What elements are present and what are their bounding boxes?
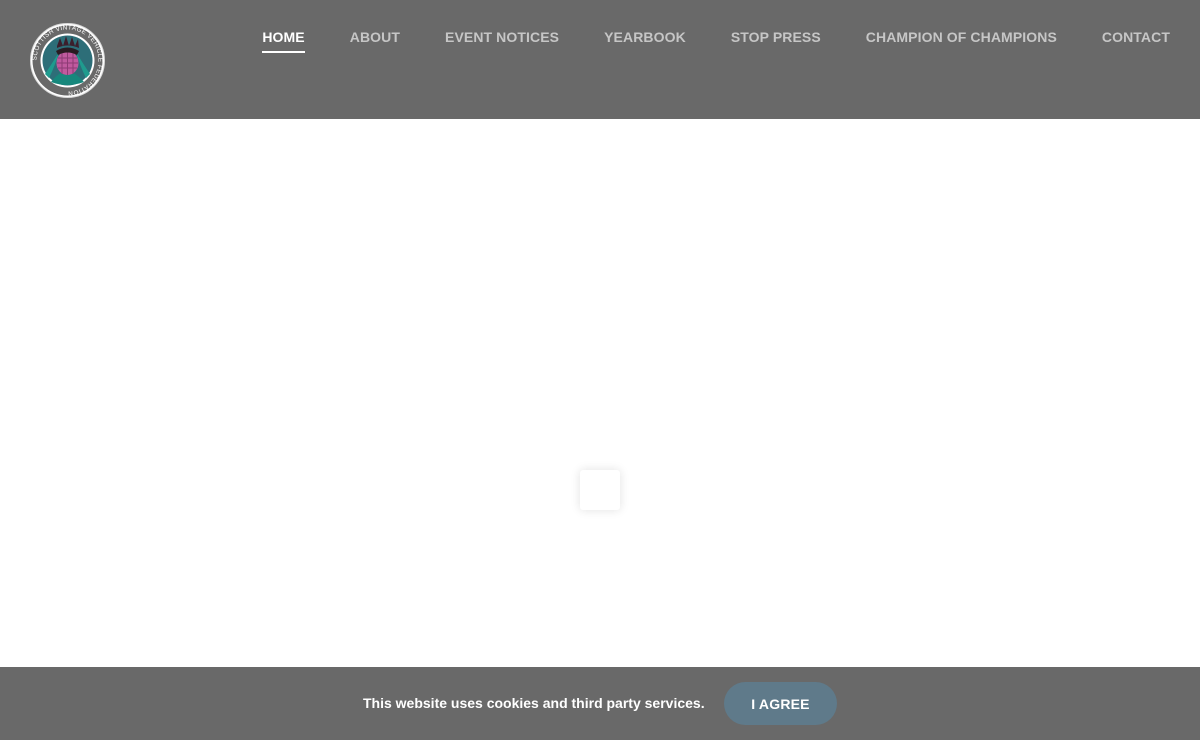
nav-item-yearbook[interactable]: YEARBOOK [604,29,686,53]
loading-spinner [580,470,620,510]
federation-logo[interactable]: SCOTTISH VINTAGE VEHICLE FEDERATION [29,22,106,99]
cookie-message: This website uses cookies and third part… [363,695,705,711]
agree-button[interactable]: I AGREE [724,682,837,725]
thistle-emblem-icon: SCOTTISH VINTAGE VEHICLE FEDERATION [30,23,105,98]
nav-item-about[interactable]: ABOUT [350,29,400,53]
main-navigation: HOME ABOUT EVENT NOTICES YEARBOOK STOP P… [262,29,1170,59]
site-header: SCOTTISH VINTAGE VEHICLE FEDERATION HOME… [0,0,1200,119]
nav-item-stop-press[interactable]: STOP PRESS [731,29,821,53]
nav-item-home[interactable]: HOME [262,29,306,53]
main-content [0,119,1200,667]
nav-item-contact[interactable]: CONTACT [1102,29,1170,53]
cookie-consent-bar: This website uses cookies and third part… [0,667,1200,740]
nav-item-event-notices[interactable]: EVENT NOTICES [445,29,559,53]
nav-item-champion-of-champions[interactable]: CHAMPION OF CHAMPIONS [866,29,1057,53]
